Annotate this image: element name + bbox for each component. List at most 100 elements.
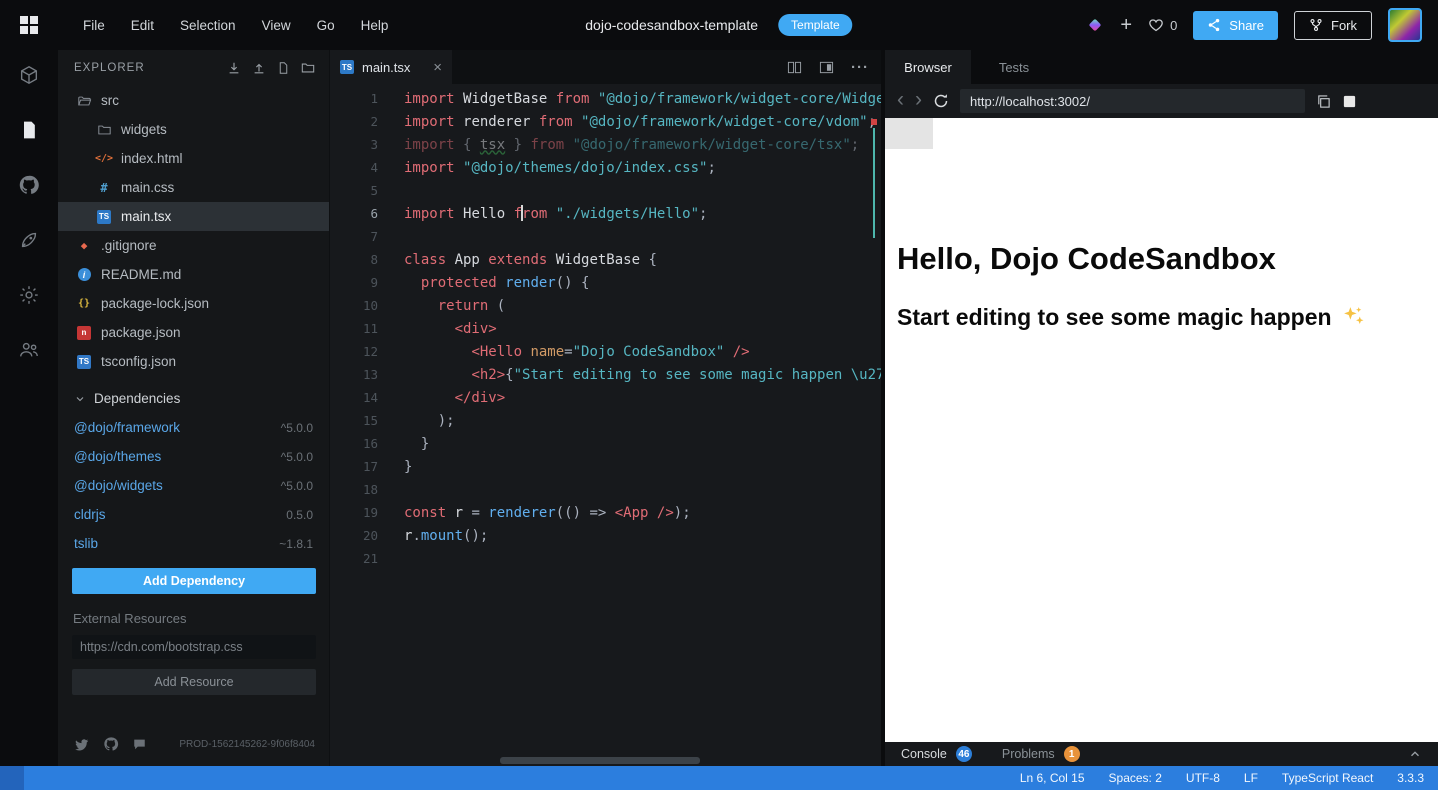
code-text: r.mount(); <box>404 527 489 544</box>
code-text: return ( <box>437 297 506 314</box>
preview-heading: Hello, Dojo CodeSandbox <box>897 241 1276 276</box>
tab-label: main.tsx <box>362 59 411 75</box>
code-line-11: 11 <div> <box>330 317 881 340</box>
status-lf[interactable]: LF <box>1244 771 1258 785</box>
open-preview-icon[interactable] <box>819 60 834 75</box>
more-options-icon[interactable]: ··· <box>851 59 869 76</box>
settings-gear-icon[interactable] <box>18 284 40 306</box>
status-spaces-2[interactable]: Spaces: 2 <box>1109 771 1162 785</box>
preview-subheading-text: Start editing to see some magic happen <box>897 304 1332 330</box>
console-tab[interactable]: Console <box>901 747 947 761</box>
url-input[interactable] <box>960 89 1305 113</box>
codesandbox-logo[interactable] <box>0 0 58 50</box>
menu-go[interactable]: Go <box>304 0 348 50</box>
code-text: const r = renderer(() => <App />); <box>404 504 691 521</box>
code-line-20: 20 r.mount(); <box>330 524 881 547</box>
dependency-@dojo/widgets[interactable]: @dojo/widgets ^5.0.0 <box>58 471 329 500</box>
file-tsconfig.json[interactable]: TS tsconfig.json <box>58 347 329 376</box>
status-typescript-react[interactable]: TypeScript React <box>1282 771 1373 785</box>
menu-file[interactable]: File <box>70 0 118 50</box>
dependency-@dojo/framework[interactable]: @dojo/framework ^5.0.0 <box>58 413 329 442</box>
menu-edit[interactable]: Edit <box>118 0 167 50</box>
code-text: ); <box>404 412 455 429</box>
fork-button[interactable]: Fork <box>1294 10 1372 40</box>
copy-url-icon[interactable] <box>1316 94 1331 109</box>
dependency-@dojo/themes[interactable]: @dojo/themes ^5.0.0 <box>58 442 329 471</box>
status-ln-6-col-15[interactable]: Ln 6, Col 15 <box>1020 771 1085 785</box>
problems-tab[interactable]: Problems <box>1002 747 1055 761</box>
git-icon: ◆ <box>80 239 88 252</box>
like-button[interactable]: 0 <box>1148 17 1177 33</box>
tab-browser[interactable]: Browser <box>885 50 971 84</box>
open-in-window-icon[interactable] <box>1342 94 1357 109</box>
code-line-21: 21 <box>330 547 881 570</box>
github-icon[interactable] <box>18 174 40 196</box>
file-package.json[interactable]: n package.json <box>58 318 329 347</box>
sandbox-info-icon[interactable] <box>18 64 40 86</box>
feedback-icon[interactable] <box>132 737 147 751</box>
status-utf-8[interactable]: UTF-8 <box>1186 771 1220 785</box>
topbar-actions: + 0 Share Fork <box>1086 0 1422 50</box>
info-icon: i <box>76 268 92 281</box>
live-collaboration-icon[interactable] <box>18 339 40 361</box>
deployment-icon[interactable] <box>18 229 40 251</box>
avatar[interactable] <box>1388 8 1422 42</box>
tab-main-tsx[interactable]: TS main.tsx × <box>330 50 452 84</box>
file-main.css[interactable]: # main.css <box>58 173 329 202</box>
ts-icon: TS <box>76 354 92 369</box>
dependency-tslib[interactable]: tslib ~1.8.1 <box>58 529 329 558</box>
problems-count-badge: 1 <box>1063 746 1080 762</box>
file-.gitignore[interactable]: ◆ .gitignore <box>58 231 329 260</box>
project-title: dojo-codesandbox-template <box>585 17 759 33</box>
menu-view[interactable]: View <box>249 0 304 50</box>
expand-console-icon[interactable] <box>1408 747 1422 761</box>
code-editor[interactable]: 1 import WidgetBase from "@dojo/framework… <box>330 84 881 766</box>
new-sandbox-button[interactable]: + <box>1120 15 1132 35</box>
code-text: </div> <box>454 389 506 406</box>
refresh-icon[interactable] <box>933 93 949 109</box>
menu-selection[interactable]: Selection <box>167 0 249 50</box>
close-tab-icon[interactable]: × <box>433 59 442 76</box>
upload-files-icon[interactable] <box>252 61 266 75</box>
horizontal-scrollbar[interactable] <box>500 757 700 764</box>
add-dependency-button[interactable]: Add Dependency <box>72 568 316 594</box>
dependency-version: ^5.0.0 <box>280 478 313 493</box>
code-line-19: 19 const r = renderer(() => <App />); <box>330 501 881 524</box>
file-src[interactable]: src <box>58 86 329 115</box>
forward-button[interactable]: › <box>915 89 922 110</box>
console-bar: Console 46 Problems 1 <box>885 742 1438 766</box>
menu-help[interactable]: Help <box>348 0 402 50</box>
pro-gem-icon[interactable] <box>1086 16 1104 34</box>
file-label: package-lock.json <box>101 296 210 311</box>
external-resource-input[interactable] <box>72 635 316 659</box>
line-number: 9 <box>370 275 378 290</box>
file-widgets[interactable]: widgets <box>58 115 329 144</box>
status-3-3-3[interactable]: 3.3.3 <box>1397 771 1424 785</box>
file-index.html[interactable]: </> index.html <box>58 144 329 173</box>
github-footer-icon[interactable] <box>103 736 119 752</box>
file-README.md[interactable]: i README.md <box>58 260 329 289</box>
file-explorer-icon[interactable] <box>19 119 39 141</box>
split-view-icon[interactable] <box>787 60 802 75</box>
new-folder-icon[interactable] <box>301 61 315 75</box>
twitter-icon[interactable] <box>73 737 90 752</box>
new-file-icon[interactable] <box>277 61 290 75</box>
line-number: 7 <box>370 229 378 244</box>
add-resource-button[interactable]: Add Resource <box>72 669 316 695</box>
file-label: widgets <box>121 122 167 137</box>
dependencies-section-toggle[interactable]: Dependencies <box>58 384 329 413</box>
share-button[interactable]: Share <box>1193 10 1278 40</box>
tab-tests[interactable]: Tests <box>971 50 1057 84</box>
folder-open-icon <box>76 94 92 108</box>
code-text: } <box>404 435 430 452</box>
browser-preview: Hello, Dojo CodeSandbox Start editing to… <box>885 118 1438 742</box>
export-sandbox-icon[interactable] <box>227 61 241 75</box>
file-package-lock.json[interactable]: {} package-lock.json <box>58 289 329 318</box>
dependency-name: cldrjs <box>74 507 106 522</box>
code-text: <h2>{"Start editing to see some magic ha… <box>471 366 881 383</box>
code-line-15: 15 ); <box>330 409 881 432</box>
file-main.tsx[interactable]: TS main.tsx <box>58 202 329 231</box>
npm-icon: n <box>76 325 92 340</box>
back-button[interactable]: ‹ <box>897 89 904 110</box>
dependency-cldrjs[interactable]: cldrjs 0.5.0 <box>58 500 329 529</box>
